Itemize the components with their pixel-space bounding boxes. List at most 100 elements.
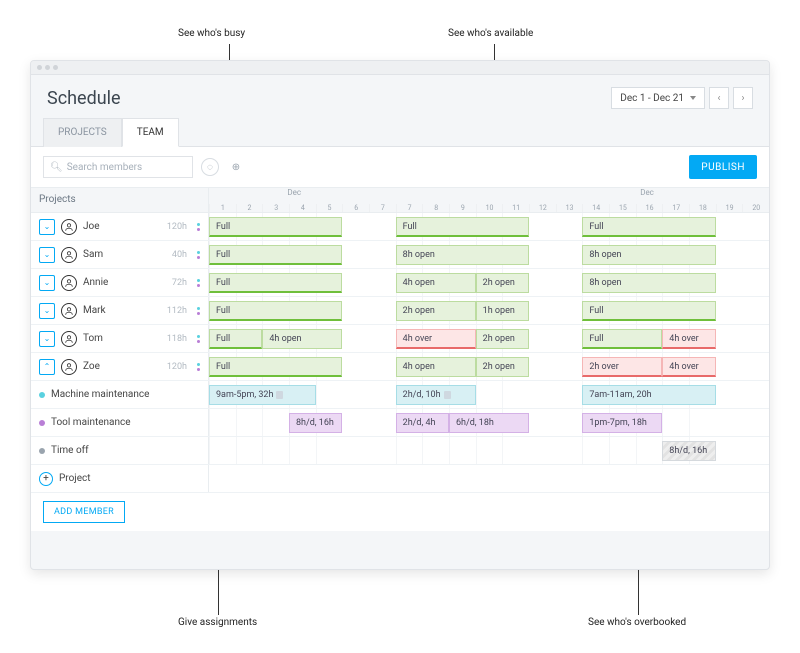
expand-toggle[interactable]: ⌄ [39, 303, 55, 319]
project-name: Machine maintenance [51, 389, 149, 400]
member-hours: 112h [167, 306, 187, 316]
search-input[interactable] [67, 162, 186, 173]
drag-handle[interactable] [197, 335, 200, 343]
schedule-bar[interactable]: 2h open [396, 301, 476, 321]
prev-range-button[interactable]: ‹ [709, 87, 729, 109]
schedule-bar[interactable]: Full [582, 329, 662, 349]
filter-button[interactable]: ◌ [201, 158, 219, 176]
member-row: ⌄ Tom 118h Full4h open 4h over2h open Fu… [31, 325, 769, 353]
drag-handle[interactable] [197, 307, 200, 315]
project-color-dot [39, 392, 45, 398]
schedule-bar[interactable]: 6h/d, 18h [449, 413, 529, 433]
project-row: Machine maintenance 9am-5pm, 32h 2h/d, 1… [31, 381, 769, 409]
search-icon: 🔍︎ [50, 162, 63, 173]
app-window: Schedule Dec 1 - Dec 21 ‹ › PROJECTS TEA… [30, 60, 770, 570]
member-row: ⌄ Joe 120h Full Full Full [31, 213, 769, 241]
schedule-bar[interactable]: 2h over [582, 357, 662, 377]
date-range-picker[interactable]: Dec 1 - Dec 21 [611, 87, 705, 109]
add-member-button[interactable]: ADD MEMBER [43, 501, 125, 523]
next-range-button[interactable]: › [733, 87, 753, 109]
schedule-bar[interactable]: 1pm-7pm, 18h [582, 413, 662, 433]
chevron-right-icon: › [741, 93, 744, 104]
chevron-left-icon: ‹ [717, 93, 720, 104]
schedule-bar[interactable]: Full [209, 245, 342, 265]
member-name: Mark [83, 305, 106, 316]
schedule-bar[interactable]: 2h/d, 4h [396, 413, 449, 433]
tab-team[interactable]: TEAM [122, 118, 179, 147]
member-name: Joe [83, 221, 100, 232]
drag-handle[interactable] [197, 251, 200, 259]
member-hours: 72h [172, 278, 187, 288]
schedule-bar[interactable]: 2h open [476, 357, 529, 377]
member-name: Sam [83, 249, 103, 260]
project-color-dot [39, 420, 45, 426]
plus-icon: ⊕ [232, 162, 240, 173]
schedule-bar[interactable]: 8h/d, 16h [289, 413, 342, 433]
member-row: ⌃ Zoe 120h Full 4h open2h open 2h over4h… [31, 353, 769, 381]
schedule-bar[interactable]: 4h open [396, 357, 476, 377]
project-name: Time off [51, 445, 89, 456]
schedule-bar[interactable]: Full [209, 301, 342, 321]
grid-left-header: Projects [31, 188, 209, 212]
add-button[interactable]: ⊕ [227, 158, 245, 176]
schedule-bar[interactable]: Full [209, 217, 342, 237]
expand-toggle[interactable]: ⌄ [39, 219, 55, 235]
expand-toggle[interactable]: ⌄ [39, 331, 55, 347]
member-hours: 120h [167, 222, 187, 232]
avatar-icon [61, 219, 77, 235]
schedule-bar[interactable]: 8h open [582, 273, 715, 293]
publish-button[interactable]: PUBLISH [689, 155, 757, 179]
schedule-bar[interactable]: 2h/d, 10h [396, 385, 476, 405]
project-name: Tool maintenance [51, 417, 131, 428]
schedule-bar[interactable]: 4h over [396, 329, 476, 349]
member-row: ⌄ Annie 72h Full 4h open2h open 8h open [31, 269, 769, 297]
callout-assign: Give assignments [178, 617, 257, 628]
avatar-icon [61, 275, 77, 291]
note-icon [276, 391, 283, 399]
schedule-bar[interactable]: 8h/d, 16h [662, 441, 715, 461]
schedule-bar[interactable]: Full [209, 357, 342, 377]
filter-icon: ◌ [207, 162, 213, 173]
tab-projects[interactable]: PROJECTS [43, 118, 122, 147]
member-hours: 40h [172, 250, 187, 260]
drag-handle[interactable] [197, 279, 200, 287]
schedule-bar[interactable]: Full [582, 217, 715, 237]
add-project-row[interactable]: + Project [31, 465, 769, 493]
schedule-bar[interactable]: 2h open [476, 273, 529, 293]
caret-down-icon [690, 96, 696, 100]
schedule-bar[interactable]: 4h open [262, 329, 342, 349]
avatar-icon [61, 303, 77, 319]
project-color-dot [39, 448, 45, 454]
schedule-bar[interactable]: 2h open [476, 329, 529, 349]
schedule-bar[interactable]: 7am-11am, 20h [582, 385, 715, 405]
schedule-bar[interactable]: 4h open [396, 273, 476, 293]
window-titlebar [31, 61, 769, 75]
schedule-bar[interactable]: Full [209, 329, 262, 349]
member-hours: 120h [167, 362, 187, 372]
project-row: Tool maintenance 8h/d, 16h 2h/d, 4h6h/d,… [31, 409, 769, 437]
drag-handle[interactable] [197, 223, 200, 231]
drag-handle[interactable] [197, 363, 200, 371]
schedule-bar[interactable]: 4h over [662, 357, 715, 377]
member-hours: 118h [167, 334, 187, 344]
search-input-wrap[interactable]: 🔍︎ [43, 156, 193, 178]
avatar-icon [61, 247, 77, 263]
avatar-icon [61, 359, 77, 375]
schedule-bar[interactable]: 9am-5pm, 32h [209, 385, 316, 405]
schedule-bar[interactable]: 8h open [582, 245, 715, 265]
schedule-bar[interactable]: 8h open [396, 245, 529, 265]
schedule-bar[interactable]: Full [396, 217, 529, 237]
expand-toggle[interactable]: ⌃ [39, 359, 55, 375]
member-row: ⌄ Sam 40h Full 8h open 8h open [31, 241, 769, 269]
schedule-bar[interactable]: 4h over [662, 329, 715, 349]
schedule-bar[interactable]: Full [209, 273, 342, 293]
expand-toggle[interactable]: ⌄ [39, 275, 55, 291]
plus-circle-icon: + [39, 472, 53, 486]
callout-available: See who's available [448, 28, 533, 39]
schedule-bar[interactable]: 1h open [476, 301, 529, 321]
schedule-bar[interactable]: Full [582, 301, 715, 321]
page-title: Schedule [47, 88, 121, 109]
note-icon [444, 391, 451, 399]
member-name: Tom [83, 333, 103, 344]
expand-toggle[interactable]: ⌄ [39, 247, 55, 263]
